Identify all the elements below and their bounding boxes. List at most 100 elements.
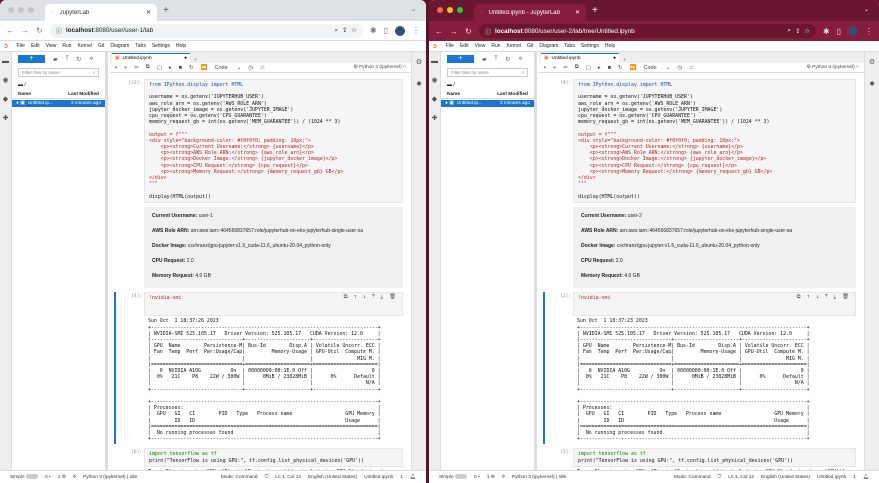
back-icon[interactable]: ← [6, 26, 14, 35]
menu-run[interactable]: Run [491, 43, 500, 49]
kernels-count[interactable]: 1 ⊜ [487, 475, 495, 480]
insert-above-icon[interactable]: ⤒ [825, 294, 827, 300]
run-all-icon[interactable]: ⏩ [630, 65, 637, 71]
share-icon[interactable]: ⇪ [795, 28, 800, 35]
cursor-position[interactable]: Ln 1, Col 12 [728, 475, 754, 480]
close-window-button[interactable] [8, 7, 14, 13]
filter-files-input[interactable]: Filter files by name ⌕ [447, 68, 528, 77]
delete-cell-icon[interactable]: 🗑 [842, 294, 849, 300]
cut-icon[interactable]: ✂ [563, 65, 568, 71]
cursor-position[interactable]: Ln 1, Col 12 [275, 475, 301, 480]
duplicate-cell-icon[interactable]: ⧉ [344, 294, 348, 300]
unsaved-dot-icon[interactable]: ● [184, 56, 187, 61]
running-kernels-icon[interactable]: ◉ [431, 76, 437, 84]
zoom-icon[interactable]: ⌕ [334, 27, 338, 35]
share-icon[interactable]: ⇪ [342, 27, 347, 34]
new-tab-plus-button[interactable]: + [190, 58, 201, 63]
git-status-icon[interactable]: ⟡ [502, 474, 505, 480]
code-input[interactable]: import tensorflow as tf print("TensorFlow… [144, 448, 403, 467]
code-cell-info[interactable]: [9]: from IPython.display import HTML use… [539, 79, 864, 288]
language-indicator[interactable]: English (United States) [761, 475, 810, 480]
side-panel-icon[interactable]: ▯ [384, 26, 388, 35]
profile-avatar[interactable] [395, 25, 405, 36]
insert-cell-icon[interactable]: + [124, 65, 127, 71]
run-all-icon[interactable]: ⏩ [201, 65, 208, 71]
minimize-window-button[interactable] [18, 7, 24, 13]
column-last-modified[interactable]: Last Modified [68, 92, 99, 97]
move-up-icon[interactable]: ↑ [354, 294, 357, 300]
breadcrumb[interactable]: ▬ / [12, 79, 105, 91]
tab-search-chevron-icon[interactable]: ⌄ [864, 6, 869, 13]
maximize-window-button[interactable] [457, 7, 463, 13]
window-controls[interactable] [437, 7, 463, 13]
code-input[interactable]: import tensorflow as tf print("TensorFlow… [573, 448, 856, 467]
insert-below-icon[interactable]: ⤓ [834, 294, 836, 300]
notebook-tab[interactable]: ▣ Untitled.ipynb ● [112, 53, 190, 63]
save-icon[interactable]: ▪ [544, 65, 546, 71]
move-down-icon[interactable]: ↓ [816, 294, 819, 300]
address-bar[interactable]: ⓘ localhost:8080/user/user-1/lab ⌕ ⇪ ☆ [49, 23, 363, 38]
menu-run[interactable]: Run [62, 43, 71, 49]
back-icon[interactable]: ← [435, 27, 443, 36]
browser-tab[interactable]: ◌ JupyterLab ✕ [45, 4, 157, 21]
menu-help[interactable]: Help [176, 43, 186, 49]
filter-files-input[interactable]: Filter files by name ⌕ [18, 68, 99, 77]
code-cell-tensorflow[interactable]: [5]: import tensorflow as tf print("Tenso… [539, 448, 864, 470]
new-tab-button[interactable]: + [163, 5, 169, 16]
kernel-status[interactable]: Python 3 (ipykernel) | Idle [512, 475, 566, 480]
stop-icon[interactable]: ■ [608, 65, 611, 71]
column-name[interactable]: Name [447, 92, 497, 97]
extensions-puzzle-icon[interactable]: ✚ [432, 114, 438, 122]
notification-count[interactable]: 1 [400, 475, 403, 480]
run-icon[interactable]: ▸ [598, 65, 601, 71]
folder-icon[interactable]: ▬ [431, 58, 438, 65]
menu-kernel[interactable]: Kernel [78, 43, 92, 49]
window-controls[interactable] [8, 7, 34, 13]
delete-cell-icon[interactable]: 🗑 [389, 294, 396, 300]
side-panel-icon[interactable]: ▯ [837, 27, 841, 36]
cell-type-select[interactable]: Code ⌄ [643, 65, 670, 71]
refresh-icon[interactable]: ↻ [505, 56, 510, 63]
column-last-modified[interactable]: Last Modified [497, 92, 528, 97]
bell-icon[interactable]: 🔔︎ [863, 475, 869, 480]
info-icon[interactable]: ⓘ [56, 26, 62, 35]
git-clone-icon[interactable]: ⟡ [89, 56, 93, 63]
extensions-icon[interactable]: ✱ [370, 26, 377, 35]
code-cell-tensorflow[interactable]: [6]: import tensorflow as tf print("Tenso… [110, 448, 411, 470]
more-menu-icon[interactable]: ⋮ [865, 27, 873, 36]
close-tab-icon[interactable]: ✕ [146, 9, 151, 16]
profile-avatar[interactable] [848, 26, 858, 36]
menu-diagram[interactable]: Diagram [110, 43, 129, 49]
language-indicator[interactable]: English (United States) [308, 475, 357, 480]
copy-icon[interactable]: ⧉ [575, 64, 579, 71]
code-cell-nvidia-smi[interactable]: [2]: !nvidia-smi ⧉ ↑ ↓ ⤒ ⤓ 🗑 Sun Oct 1 18:37:… [539, 291, 864, 445]
move-down-icon[interactable]: ↓ [363, 294, 366, 300]
debugger-icon[interactable]: ✹ [869, 80, 875, 88]
menu-tabs[interactable]: Tabs [564, 43, 575, 49]
cut-icon[interactable]: ✂ [134, 65, 139, 71]
upload-icon[interactable]: ⤒ [66, 56, 69, 63]
restart-icon[interactable]: ↻ [618, 65, 623, 71]
menu-tabs[interactable]: Tabs [135, 43, 146, 49]
paste-icon[interactable]: ▢ [157, 65, 162, 71]
new-launcher-button[interactable]: + [447, 55, 474, 63]
code-input[interactable]: !nvidia-smi ⧉ ↑ ↓ ⤒ ⤓ 🗑 [144, 291, 403, 317]
property-inspector-icon[interactable]: ⚙ [869, 58, 875, 66]
code-input[interactable]: from IPython.display import HTML username… [573, 79, 856, 203]
maximize-window-button[interactable] [28, 7, 34, 13]
folder-icon[interactable]: ▬ [2, 58, 9, 65]
close-window-button[interactable] [437, 7, 443, 13]
bookmark-star-icon[interactable]: ☆ [804, 28, 810, 35]
property-inspector-icon[interactable]: ⚙ [416, 58, 422, 66]
simple-mode-toggle[interactable]: Simple [439, 474, 468, 480]
run-icon[interactable]: ▸ [169, 65, 172, 71]
menu-help[interactable]: Help [605, 43, 615, 49]
menu-git[interactable]: Git [527, 43, 533, 49]
info-icon[interactable]: ⓘ [485, 27, 491, 36]
new-launcher-button[interactable]: + [18, 55, 45, 63]
column-name[interactable]: Name [18, 92, 68, 97]
menu-settings[interactable]: Settings [152, 43, 170, 49]
new-tab-plus-button[interactable]: + [619, 58, 630, 63]
insert-below-icon[interactable]: ⤓ [381, 294, 383, 300]
running-kernels-icon[interactable]: ◉ [2, 76, 8, 84]
